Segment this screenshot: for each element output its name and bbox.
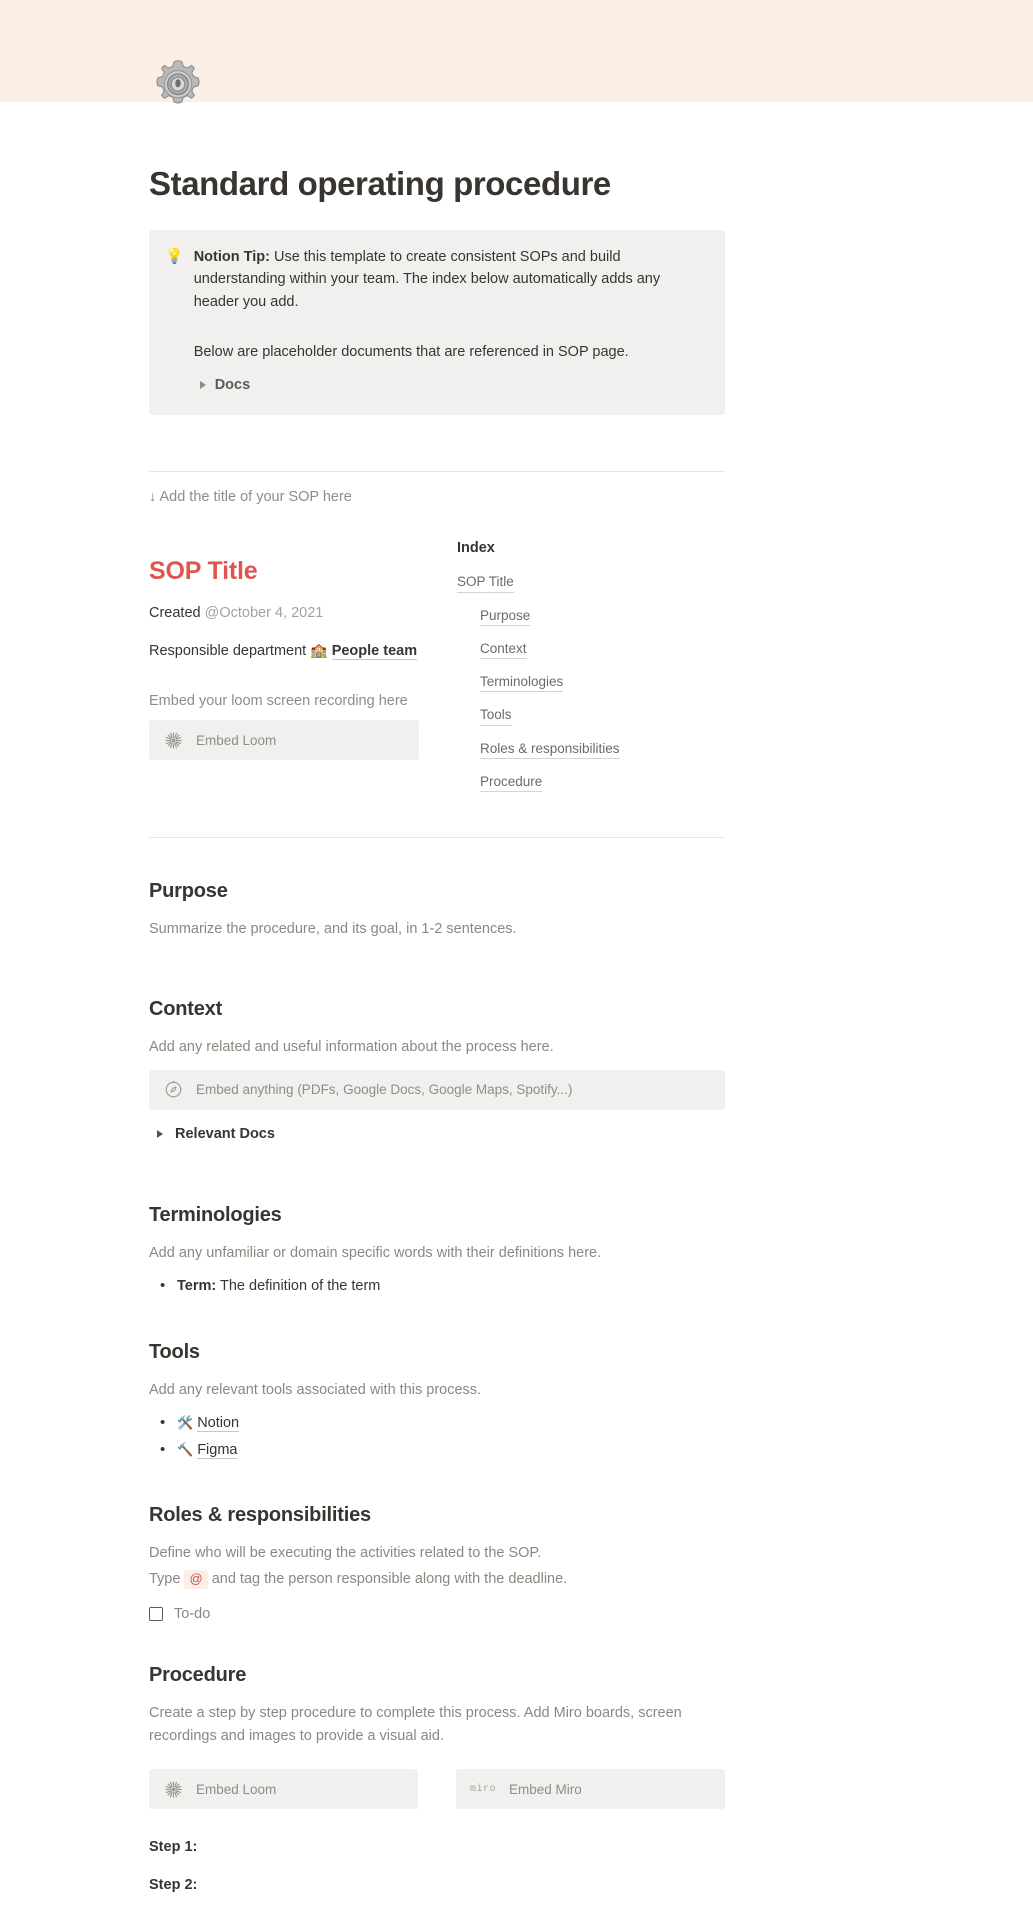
roles-heading: Roles & responsibilities [149, 1504, 371, 1527]
created-row: Created @October 4, 2021 [149, 603, 419, 623]
list-item: Term: The definition of the term [149, 1274, 725, 1298]
loom-icon [163, 1779, 183, 1799]
loom-embed-caption: Embed your loom screen recording here [149, 693, 408, 710]
compass-icon [163, 1080, 183, 1100]
divider [149, 471, 725, 473]
purpose-text: Summarize the procedure, and its goal, i… [149, 921, 517, 937]
page-title: Standard operating procedure [149, 165, 611, 202]
index-item-context[interactable]: Context [480, 640, 527, 660]
procedure-text: Create a step by step procedure to compl… [149, 1705, 682, 1744]
embed-loom-label: Embed Loom [196, 732, 277, 748]
add-title-hint: ↓ Add the title of your SOP here [149, 489, 352, 506]
procedure-heading: Procedure [149, 1664, 247, 1687]
index-row: Terminologies [457, 673, 725, 706]
docs-toggle[interactable]: Docs [194, 377, 709, 393]
index-row: Tools [457, 706, 725, 739]
tools-list: 🛠️Notion 🔨Figma [149, 1411, 725, 1462]
roles-text-before: Type [149, 1570, 185, 1587]
sop-meta-column: SOP Title Created @October 4, 2021 Respo… [149, 531, 419, 806]
index-item-procedure[interactable]: Procedure [480, 773, 543, 792]
embed-miro-block[interactable]: miro Embed Miro [456, 1769, 725, 1810]
embed-loom-block-procedure[interactable]: Embed Loom [149, 1769, 418, 1810]
embed-loom-label: Embed Loom [196, 1781, 277, 1797]
section-terminologies: Terminologies Add any unfamiliar or doma… [149, 1204, 725, 1299]
list-item: 🛠️Notion [149, 1411, 725, 1435]
relevant-docs-label: Relevant Docs [175, 1125, 275, 1142]
loom-icon [163, 730, 183, 750]
roles-text: Define who will be executing the activit… [149, 1545, 542, 1562]
index-row: SOP Title [457, 573, 725, 606]
section-purpose: Purpose Summarize the procedure, and its… [149, 880, 725, 940]
docs-toggle-label: Docs [214, 377, 251, 394]
created-value[interactable]: @October 4, 2021 [205, 605, 324, 621]
miro-logo-icon: miro [470, 1783, 497, 1795]
index-heading: Index [457, 540, 495, 557]
sop-title[interactable]: SOP Title [149, 557, 419, 586]
index-column: Index SOP Title Purpose Context Terminol… [457, 531, 725, 806]
index-row: Purpose [457, 607, 725, 640]
department-label: Responsible department [149, 642, 307, 659]
index-item-roles[interactable]: Roles & responsibilities [480, 740, 620, 759]
terminologies-list: Term: The definition of the term [149, 1274, 725, 1298]
chevron-right-icon [157, 1129, 163, 1138]
embed-anything-block[interactable]: Embed anything (PDFs, Google Docs, Googl… [149, 1069, 725, 1110]
index-row: Roles & responsibilities [457, 740, 725, 773]
tool-link-notion[interactable]: Notion [197, 1415, 240, 1433]
embed-miro-label: Embed Miro [509, 1781, 582, 1797]
section-tools: Tools Add any relevant tools associated … [149, 1341, 725, 1463]
callout-primary-text: Notion Tip: Use this template to create … [194, 246, 709, 313]
callout-tip-label: Notion Tip: [193, 248, 270, 265]
terminologies-heading: Terminologies [149, 1203, 282, 1226]
hammer-and-wrench-icon: 🛠️ [177, 1415, 194, 1431]
term-definition: The definition of the term [216, 1278, 381, 1295]
purpose-heading: Purpose [149, 880, 228, 902]
section-context: Context Add any related and useful infor… [149, 998, 725, 1142]
step-1: Step 1: [149, 1839, 198, 1856]
section-roles: Roles & responsibilities Define who will… [149, 1504, 725, 1622]
page-content: Standard operating procedure 💡 Notion Ti… [149, 102, 725, 1893]
list-item: 🔨Figma [149, 1438, 725, 1462]
department-link[interactable]: People team [331, 642, 418, 660]
tools-heading: Tools [149, 1340, 200, 1363]
sop-columns: SOP Title Created @October 4, 2021 Respo… [149, 531, 725, 806]
notion-page: Standard operating procedure 💡 Notion Ti… [0, 0, 1033, 1926]
index-item-purpose[interactable]: Purpose [480, 607, 531, 626]
school-building-icon: 🏫 [310, 641, 328, 658]
light-bulb-icon: 💡 [165, 247, 184, 265]
roles-text-secondary: Type @ and tag the person responsible al… [149, 1568, 725, 1590]
index-item-terminologies[interactable]: Terminologies [480, 673, 564, 693]
mention-chip[interactable]: @ [184, 1569, 208, 1589]
procedure-embeds: Embed Loom miro Embed Miro [149, 1769, 725, 1810]
relevant-docs-toggle[interactable]: Relevant Docs [149, 1126, 725, 1142]
callout-secondary-text: Below are placeholder documents that are… [193, 344, 629, 360]
chevron-right-icon [199, 381, 206, 390]
todo-label: To-do [174, 1606, 211, 1623]
hammer-icon: 🔨 [177, 1442, 194, 1458]
step-2: Step 2: [149, 1877, 198, 1894]
index-row: Procedure [457, 773, 725, 806]
tool-link-figma[interactable]: Figma [197, 1442, 238, 1460]
notion-tip-callout: 💡 Notion Tip: Use this template to creat… [149, 229, 725, 416]
index-row: Context [457, 640, 725, 673]
embed-anything-label: Embed anything (PDFs, Google Docs, Googl… [196, 1082, 573, 1098]
terminologies-text: Add any unfamiliar or domain specific wo… [149, 1244, 602, 1261]
tools-text: Add any relevant tools associated with t… [149, 1381, 482, 1398]
department-row: Responsible department 🏫 People team [149, 641, 419, 661]
context-heading: Context [149, 998, 223, 1021]
divider-below-columns [149, 837, 725, 838]
created-label: Created [149, 605, 201, 622]
context-text: Add any related and useful information a… [149, 1039, 554, 1056]
index-list: SOP Title Purpose Context Terminologies … [457, 573, 725, 806]
todo-checkbox[interactable] [149, 1607, 163, 1622]
index-item-sop-title[interactable]: SOP Title [457, 573, 514, 593]
section-procedure: Procedure Create a step by step procedur… [149, 1664, 725, 1893]
todo-row[interactable]: To-do [149, 1606, 725, 1622]
embed-loom-block[interactable]: Embed Loom [149, 720, 419, 761]
term-label: Term: [177, 1278, 217, 1295]
roles-text-after: and tag the person responsible along wit… [207, 1570, 568, 1587]
index-item-tools[interactable]: Tools [480, 706, 512, 726]
